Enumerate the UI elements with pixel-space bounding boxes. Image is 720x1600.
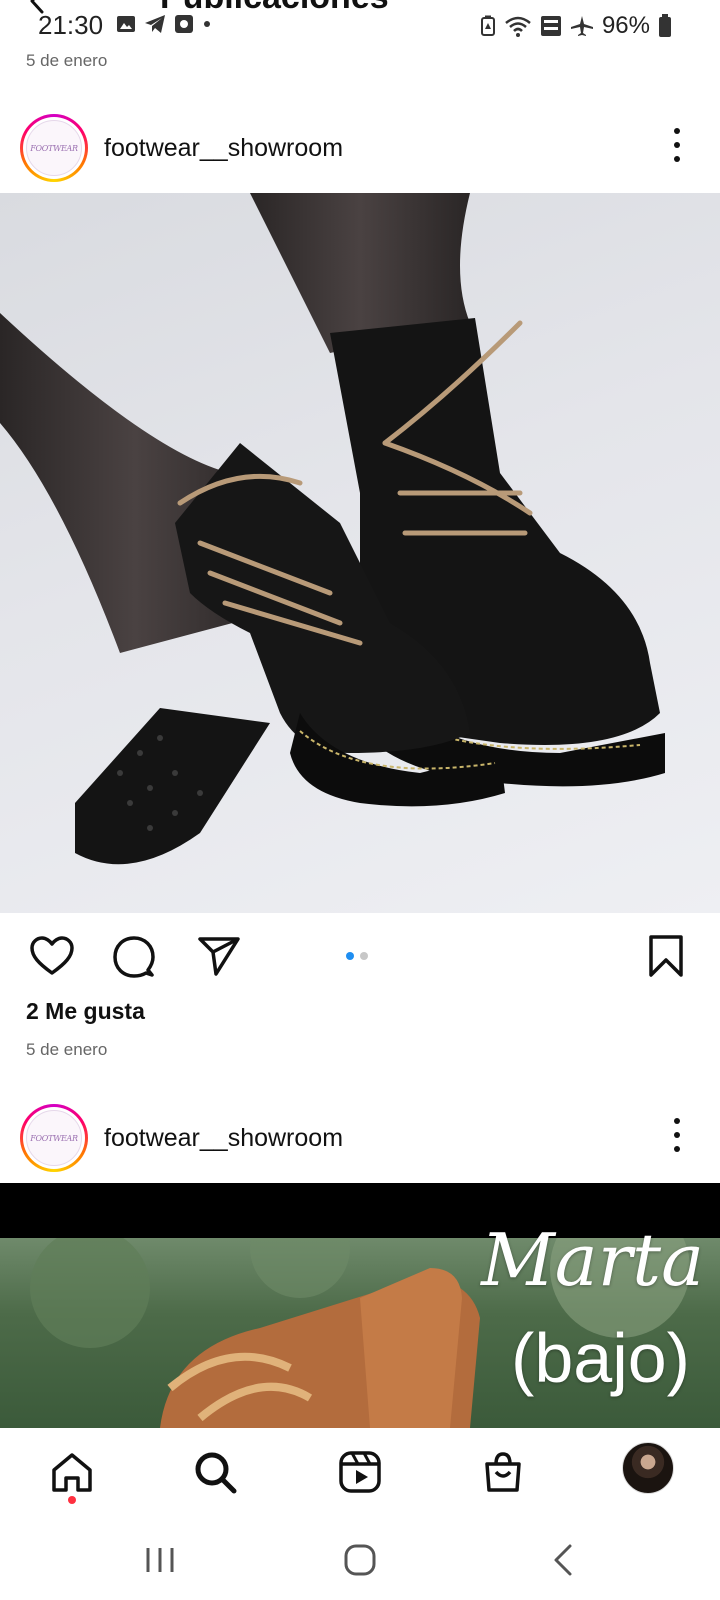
home-button-icon[interactable] [340,1540,380,1580]
previous-post-date: 5 de enero [26,51,108,70]
post-header: FOOTWEAR footwear__showroom [0,1094,720,1174]
overlay-caption-title: Marta [481,1218,704,1302]
story-avatar[interactable]: FOOTWEAR [20,114,88,182]
boots-photo [0,193,665,865]
recent-apps-icon[interactable] [140,1540,180,1580]
search-icon [195,1452,237,1494]
nav-home[interactable] [46,1446,98,1498]
gallery-icon [117,16,135,32]
battery-level: 96% [601,12,650,39]
notification-dot [68,1496,76,1504]
volte-wifi-icon [540,16,561,36]
post-username[interactable]: footwear__showroom [104,134,343,163]
story-avatar[interactable]: FOOTWEAR [20,1104,88,1172]
more-notifications-dot-icon [204,21,210,27]
share-send-icon[interactable] [194,932,242,980]
more-options-icon[interactable] [672,128,682,162]
brand-logo: FOOTWEAR [26,120,82,176]
post-image[interactable] [0,193,720,913]
wifi-icon [505,16,531,37]
airplane-mode-icon [570,16,593,36]
carousel-dot [346,952,354,960]
likes-count[interactable]: 2 Me gusta [26,998,145,1025]
brand-logo: FOOTWEAR [26,1110,82,1166]
post-action-bar [0,920,720,990]
overlay-caption-subtitle: (bajo) [511,1319,690,1397]
post-header: FOOTWEAR footwear__showroom [0,104,720,184]
home-icon [52,1453,92,1492]
system-navigation-bar [0,1518,720,1600]
comment-icon[interactable] [110,932,158,980]
app-icon [175,15,193,33]
carousel-indicator [346,952,368,960]
battery-icon [659,14,671,37]
shop-icon [485,1452,521,1492]
carousel-dot [360,952,368,960]
more-options-icon[interactable] [672,1118,682,1152]
status-notification-icons [116,14,212,34]
reels-icon [339,1451,381,1493]
nav-shop[interactable] [477,1446,529,1498]
post-date: 5 de enero [26,1040,108,1059]
telegram-icon [145,15,165,33]
nav-search[interactable] [189,1446,241,1498]
save-bookmark-icon[interactable] [642,932,690,980]
like-heart-icon[interactable] [28,932,76,980]
status-system-icons: 96% [480,12,672,40]
back-button-icon[interactable] [544,1540,584,1580]
profile-avatar[interactable] [622,1442,674,1494]
battery-saver-icon [480,15,495,36]
status-time: 21:30 [38,10,104,40]
nav-reels[interactable] [334,1446,386,1498]
bottom-navigation [0,1428,720,1518]
post-username[interactable]: footwear__showroom [104,1124,343,1153]
